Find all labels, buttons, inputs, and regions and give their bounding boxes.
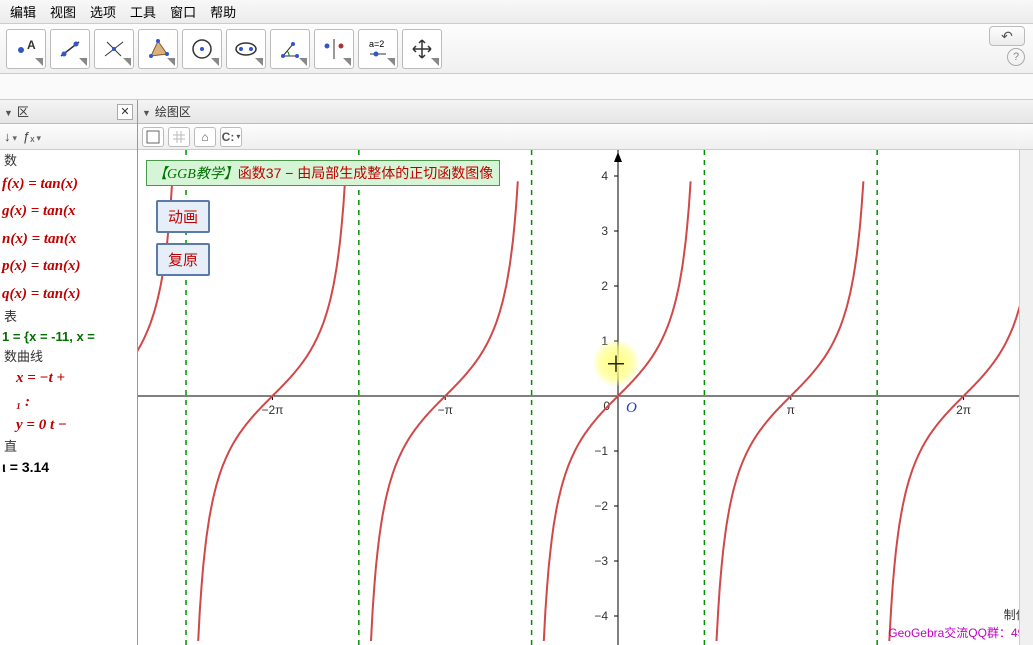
section-functions: 数 [0, 152, 137, 171]
lesson-title: 【GGB教学】函数37 − 由局部生成整体的正切函数图像 [146, 160, 500, 186]
svg-text:4: 4 [601, 169, 608, 183]
tool-reflect[interactable] [314, 29, 354, 69]
svg-text:π: π [787, 403, 795, 417]
algebra-toolbar: ↓ ƒₓ [0, 124, 137, 150]
svg-text:O: O [626, 400, 637, 416]
tool-point[interactable]: A [6, 29, 46, 69]
value-iota[interactable]: ι = 3.14 [0, 456, 137, 478]
param-x[interactable]: x = −t + [0, 367, 137, 391]
tool-slider[interactable]: a=2 [358, 29, 398, 69]
svg-text:2π: 2π [956, 403, 971, 417]
undo-button[interactable]: ↶ [989, 26, 1025, 46]
help-icon[interactable]: ? [1007, 48, 1025, 66]
section-list: 表 [0, 308, 137, 327]
graphics-canvas[interactable]: 4321−1−2−3−4−2π−π0π2πO 【GGB教学】函数37 − 由局部… [138, 150, 1033, 645]
plot-svg: 4321−1−2−3−4−2π−π0π2πO [138, 150, 1033, 645]
svg-text:A: A [27, 38, 36, 52]
svg-text:−2: −2 [594, 499, 608, 513]
tool-move-view[interactable] [402, 29, 442, 69]
graphics-toolbar: ⌂ C: [138, 124, 1033, 150]
input-bar[interactable] [0, 74, 1033, 100]
fn-n[interactable]: n(x) = tan(x [0, 226, 137, 254]
section-curve: 数曲线 [0, 348, 137, 367]
fn-q[interactable]: q(x) = tan(x) [0, 281, 137, 309]
tool-angle[interactable] [270, 29, 310, 69]
graphics-header-label: 绘图区 [155, 103, 191, 120]
reset-button[interactable]: 复原 [156, 243, 210, 276]
algebra-header-label: 区 [17, 103, 29, 120]
svg-text:2: 2 [601, 279, 608, 293]
svg-text:3: 3 [601, 224, 608, 238]
menu-options[interactable]: 选项 [84, 0, 122, 23]
animate-button[interactable]: 动画 [156, 200, 210, 233]
tool-line[interactable] [50, 29, 90, 69]
vertical-scrollbar[interactable] [1019, 150, 1033, 645]
menu-edit[interactable]: 编辑 [4, 0, 42, 23]
algebra-panel: 区 ✕ ↓ ƒₓ 数 f(x) = tan(x) g(x) = tan(x n(… [0, 100, 138, 645]
tool-perpendicular[interactable] [94, 29, 134, 69]
svg-text:−4: −4 [594, 609, 608, 623]
svg-text:−1: −1 [594, 444, 608, 458]
graphics-panel: 绘图区 ⌂ C: 4321−1−2−3−4−2π−π0π2πO 【GGB教学】函… [138, 100, 1033, 645]
svg-text:−π: −π [438, 403, 453, 417]
list-1[interactable]: 1 = {x = -11, x = [0, 327, 137, 348]
algebra-body: 数 f(x) = tan(x) g(x) = tan(x n(x) = tan(… [0, 150, 137, 645]
toggle-grid-button[interactable] [168, 127, 190, 147]
menu-view[interactable]: 视图 [44, 0, 82, 23]
toolbar: A a=2 ↶ ? [0, 24, 1033, 74]
menu-tools[interactable]: 工具 [124, 0, 162, 23]
fn-p[interactable]: p(x) = tan(x) [0, 253, 137, 281]
qq-label: GeoGebra交流QQ群：493 [888, 624, 1031, 641]
close-icon[interactable]: ✕ [117, 104, 133, 120]
svg-text:1: 1 [601, 334, 608, 348]
section-value: 直 [0, 438, 137, 457]
algebra-header[interactable]: 区 ✕ [0, 100, 137, 124]
param-label[interactable]: ₁ : [0, 391, 137, 415]
svg-text:a=2: a=2 [369, 39, 384, 49]
fn-g[interactable]: g(x) = tan(x [0, 198, 137, 226]
toggle-axes-button[interactable] [142, 127, 164, 147]
home-button[interactable]: ⌂ [194, 127, 216, 147]
menubar: 编辑 视图 选项 工具 窗口 帮助 [0, 0, 1033, 24]
fx-dropdown[interactable]: ƒₓ [23, 129, 41, 144]
graphics-header[interactable]: 绘图区 [138, 100, 1033, 124]
menu-help[interactable]: 帮助 [204, 0, 242, 23]
tool-circle[interactable] [182, 29, 222, 69]
point-capture-dropdown[interactable]: C: [220, 127, 242, 147]
svg-text:−3: −3 [594, 554, 608, 568]
sort-dropdown[interactable]: ↓ [4, 129, 17, 144]
tool-polygon[interactable] [138, 29, 178, 69]
tool-ellipse[interactable] [226, 29, 266, 69]
param-y[interactable]: y = 0 t − [0, 414, 137, 438]
fn-f[interactable]: f(x) = tan(x) [0, 171, 137, 199]
menu-window[interactable]: 窗口 [164, 0, 202, 23]
